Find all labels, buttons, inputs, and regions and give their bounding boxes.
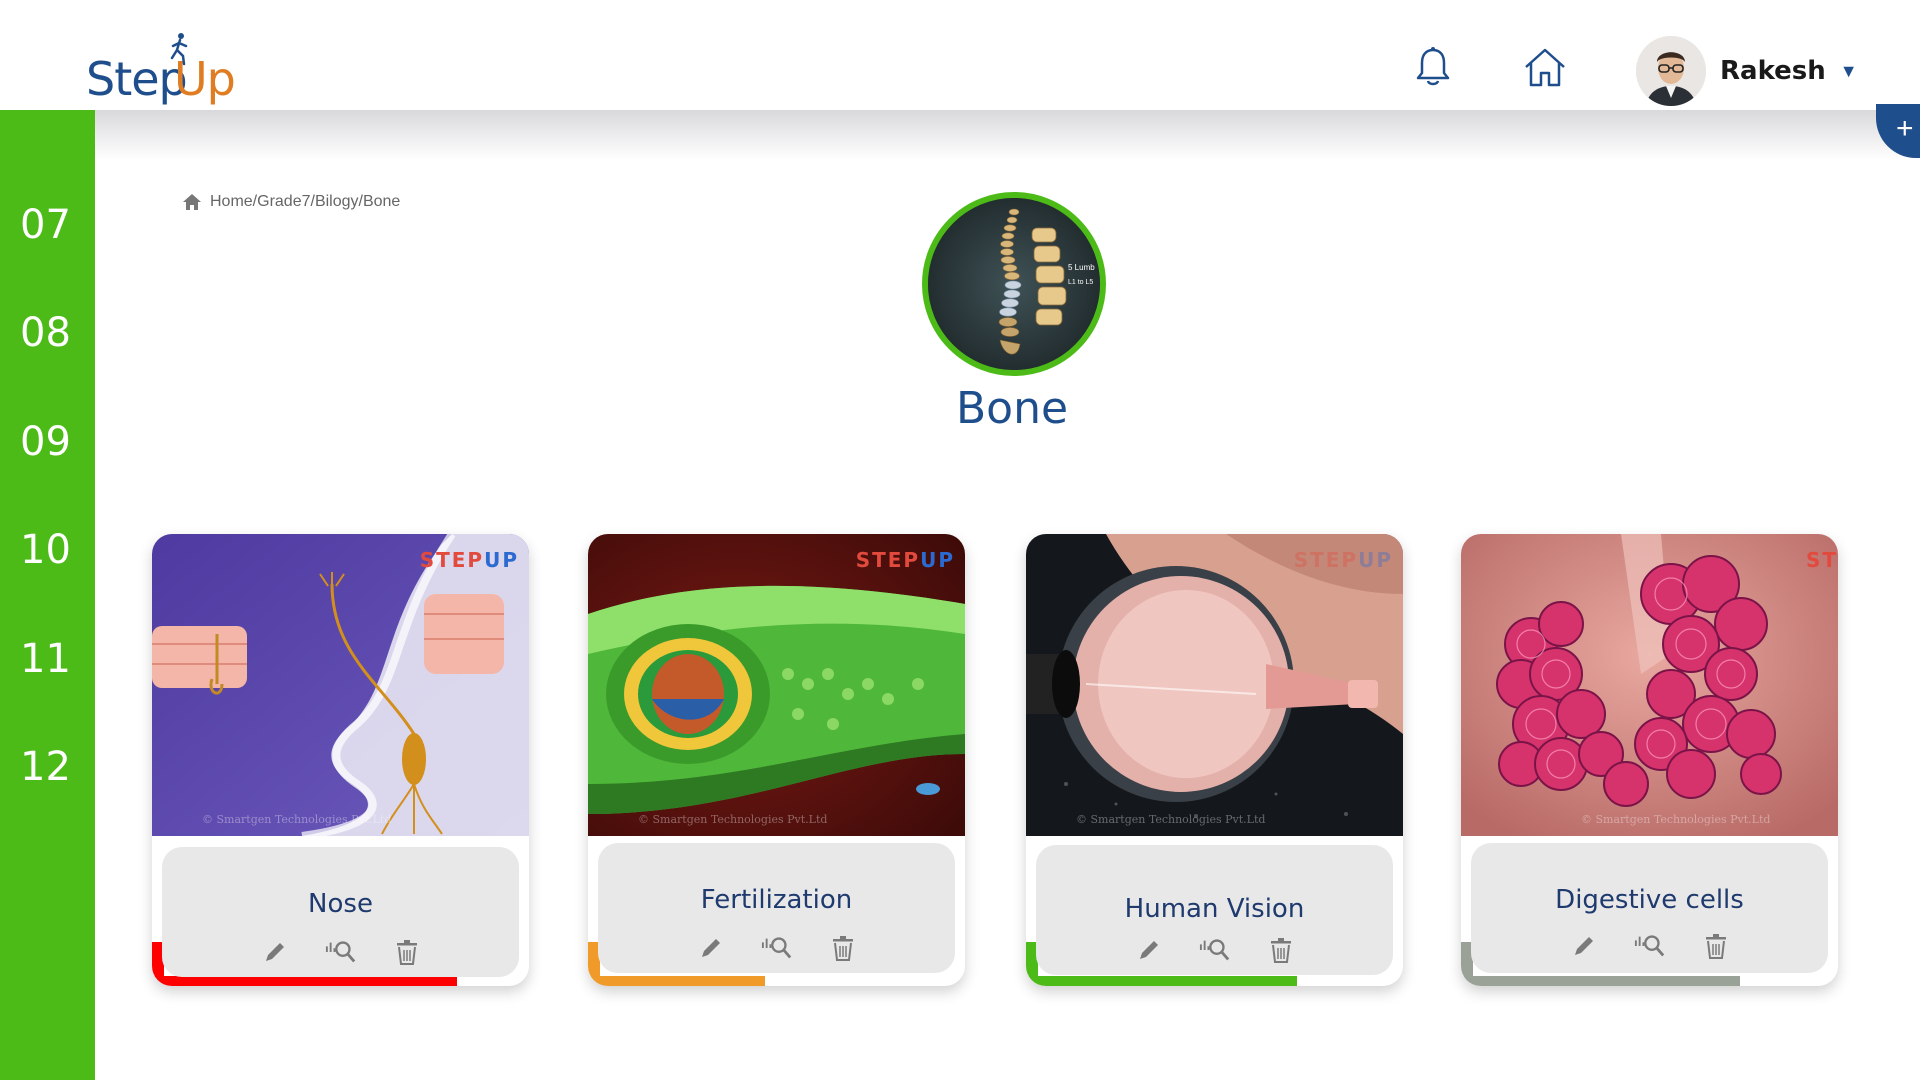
card-actions (1036, 935, 1393, 965)
logo-text-step: Step (86, 52, 188, 106)
brand-text: STEP (855, 548, 921, 572)
topic-image-label-2: L1 to L5 (1068, 279, 1093, 286)
card-watermark: © Smartgen Technologies Pvt.Ltd (638, 813, 828, 826)
card-panel: Nose (162, 847, 519, 977)
card-title[interactable]: Digestive cells (1471, 885, 1828, 915)
card-image[interactable]: STEPUP © Smartgen Technologies Pvt.Ltd (588, 534, 965, 836)
card-image[interactable]: STEPUP © Smartgen Technologies Pvt.Ltd (152, 534, 529, 836)
breadcrumb[interactable]: Home/Grade7/Bilogy/Bone (182, 193, 400, 211)
sidebar-item-grade-09[interactable]: 09 (0, 419, 95, 465)
card-actions (162, 937, 519, 967)
home-icon (183, 194, 201, 210)
user-menu[interactable]: Rakesh ▼ (1636, 36, 1858, 106)
brand-text-up: UP (920, 548, 955, 572)
trash-icon[interactable] (827, 933, 859, 963)
brand-text: ST (1805, 548, 1838, 572)
progress-bar (152, 976, 529, 986)
header-shadow (95, 110, 1920, 160)
pencil-icon[interactable] (695, 933, 727, 963)
topic-image-label-1: 5 Lumb (1068, 263, 1095, 272)
card-watermark: © Smartgen Technologies Pvt.Ltd (1076, 813, 1266, 826)
sidebar-item-grade-07[interactable]: 07 (0, 202, 95, 248)
card-image[interactable]: ST © Smartgen Technologies Pvt.Ltd (1461, 534, 1838, 836)
card-image[interactable]: STEPUP © Smartgen Technologies Pvt.Ltd (1026, 534, 1403, 836)
brand-text: STEP (419, 548, 485, 572)
progress-bar (1026, 976, 1403, 986)
progress-fill (588, 976, 766, 986)
bell-icon[interactable] (1408, 42, 1458, 92)
card-title[interactable]: Human Vision (1036, 894, 1393, 924)
topic-card-nose[interactable]: STEPUP © Smartgen Technologies Pvt.Ltd N… (152, 534, 529, 986)
sidebar-item-grade-08[interactable]: 08 (0, 310, 95, 356)
home-icon[interactable] (1520, 42, 1570, 92)
brand-text-up: UP (1358, 548, 1393, 572)
pencil-icon[interactable] (1133, 935, 1165, 965)
progress-fill (1026, 976, 1298, 986)
topic-card-human-vision[interactable]: STEPUP © Smartgen Technologies Pvt.Ltd H… (1026, 534, 1403, 986)
card-watermark: © Smartgen Technologies Pvt.Ltd (1581, 813, 1771, 826)
search-analytics-icon[interactable] (325, 937, 357, 967)
topic-image: 5 Lumb L1 to L5 (922, 192, 1106, 376)
card-actions (1471, 931, 1828, 961)
card-actions (598, 933, 955, 963)
sidebar-item-grade-12[interactable]: 12 (0, 744, 95, 790)
card-panel: Fertilization (598, 843, 955, 973)
chevron-down-icon[interactable]: ▼ (1840, 61, 1858, 82)
trash-icon[interactable] (1700, 931, 1732, 961)
logo-text-up: Up (174, 52, 236, 106)
app-header: Step Up Rakesh ▼ (0, 0, 1920, 110)
progress-bar (1461, 976, 1838, 986)
stepup-logo[interactable]: Step Up (86, 30, 246, 110)
progress-fill (1461, 976, 1740, 986)
topic-card-fertilization[interactable]: STEPUP © Smartgen Technologies Pvt.Ltd F… (588, 534, 965, 986)
sidebar-item-grade-11[interactable]: 11 (0, 636, 95, 682)
card-brand-logo: STEPUP (420, 548, 519, 572)
trash-icon[interactable] (1265, 935, 1297, 965)
card-brand-logo: STEPUP (1294, 548, 1393, 572)
topic-title: Bone (955, 383, 1069, 434)
pencil-icon[interactable] (259, 937, 291, 967)
card-title[interactable]: Fertilization (598, 885, 955, 915)
brand-text-up: UP (484, 548, 519, 572)
progress-bar (588, 976, 965, 986)
avatar (1636, 36, 1706, 106)
card-brand-logo: ST (1806, 548, 1838, 572)
grade-sidebar: 07 08 09 10 11 12 (0, 110, 95, 1080)
progress-fill (152, 976, 458, 986)
card-panel: Human Vision (1036, 845, 1393, 975)
search-analytics-icon[interactable] (761, 933, 793, 963)
pencil-icon[interactable] (1568, 931, 1600, 961)
card-watermark: © Smartgen Technologies Pvt.Ltd (202, 813, 392, 826)
card-panel: Digestive cells (1471, 843, 1828, 973)
topic-card-digestive-cells[interactable]: ST © Smartgen Technologies Pvt.Ltd Diges… (1461, 534, 1838, 986)
user-name: Rakesh (1720, 56, 1826, 86)
trash-icon[interactable] (391, 937, 423, 967)
breadcrumb-path[interactable]: Home/Grade7/Bilogy/Bone (210, 193, 400, 211)
brand-text: STEP (1293, 548, 1359, 572)
search-analytics-icon[interactable] (1634, 931, 1666, 961)
card-brand-logo: STEPUP (856, 548, 955, 572)
card-title[interactable]: Nose (162, 889, 519, 919)
search-analytics-icon[interactable] (1199, 935, 1231, 965)
sidebar-item-grade-10[interactable]: 10 (0, 527, 95, 573)
